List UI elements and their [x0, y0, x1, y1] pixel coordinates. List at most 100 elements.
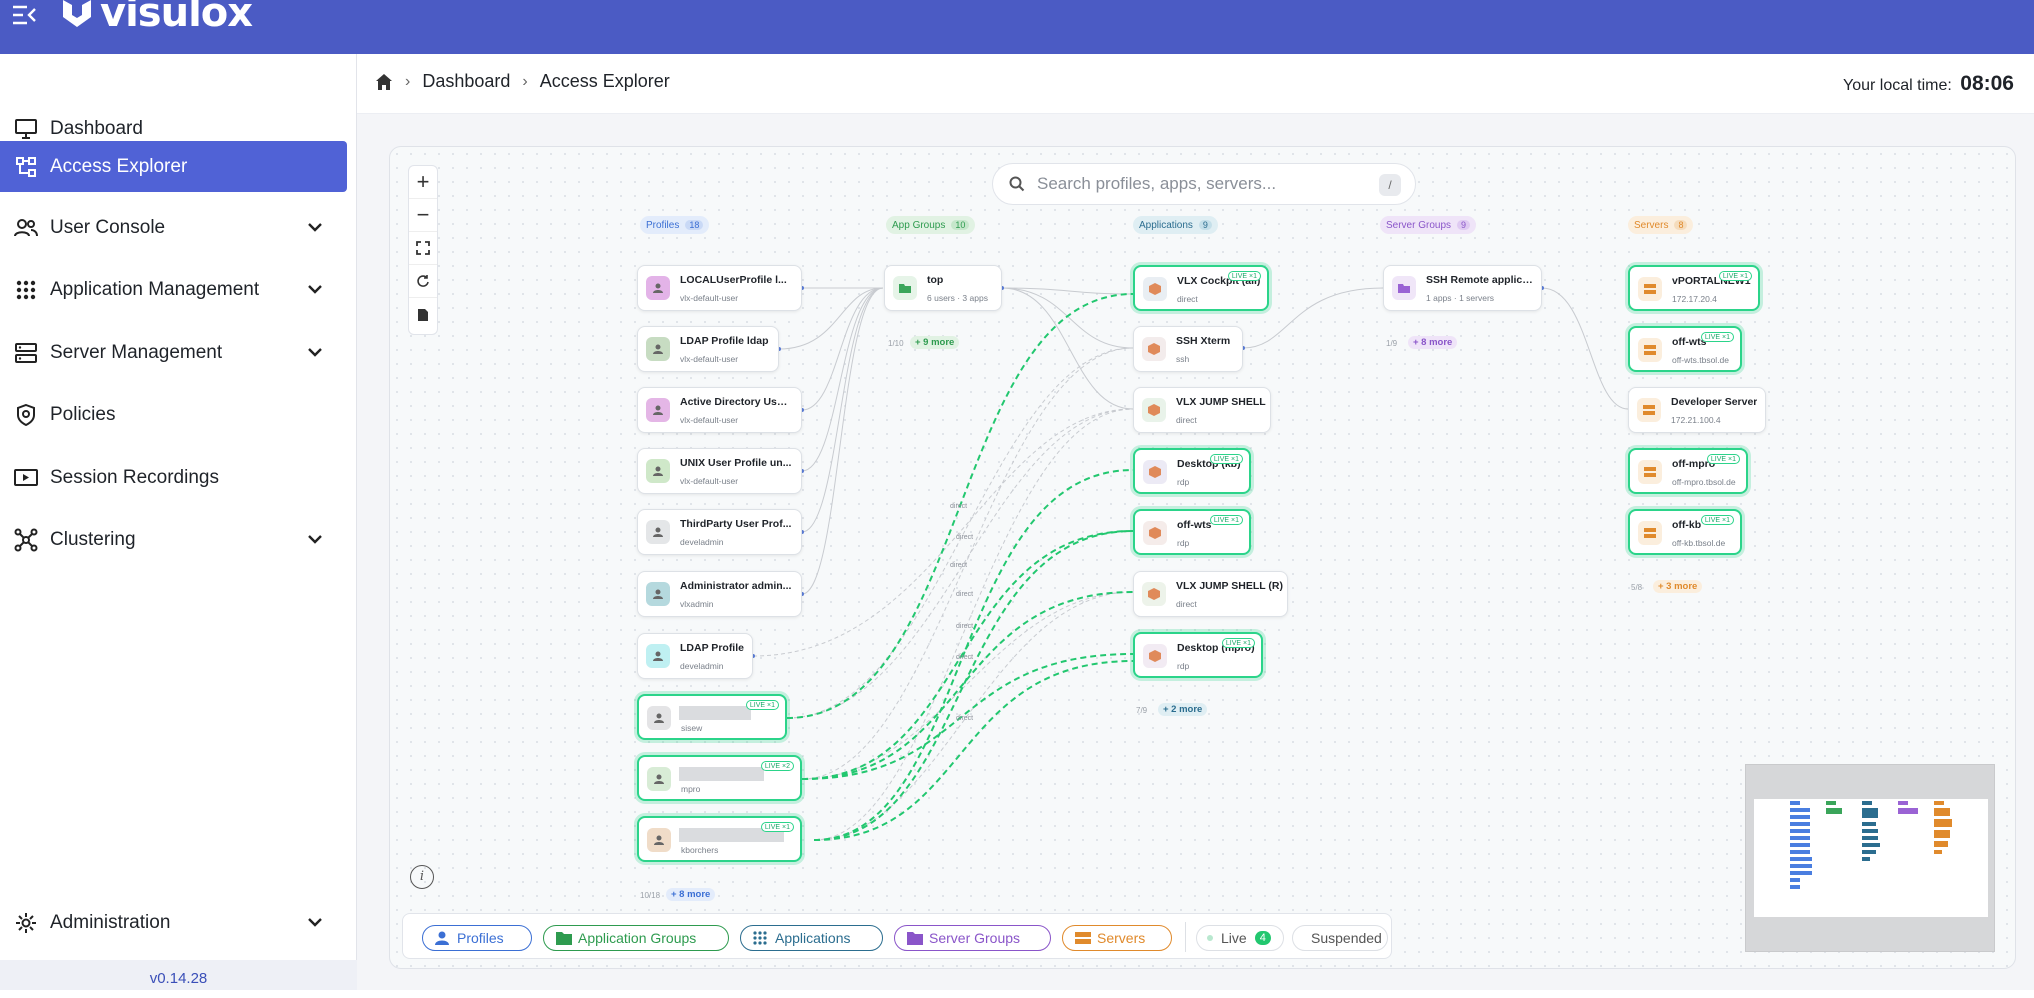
server-node[interactable]: off-kb off-kb.tbsol.de LIVE ×1 — [1628, 509, 1742, 555]
user-icon — [646, 520, 670, 544]
chevron-down-icon — [308, 223, 322, 232]
legend-application-groups[interactable]: Application Groups — [543, 925, 729, 951]
app-name: visulox — [100, 0, 253, 36]
edge — [801, 287, 884, 595]
server-node[interactable]: off-wts off-wts.tbsol.de LIVE ×1 — [1628, 326, 1742, 372]
legend-profiles[interactable]: Profiles — [422, 925, 532, 951]
legend-suspended[interactable]: Suspended — [1292, 925, 1388, 951]
collapse-menu-icon[interactable] — [10, 2, 38, 28]
export-button[interactable] — [409, 298, 437, 331]
sidebar-item-session-recordings[interactable]: Session Recordings — [0, 453, 347, 503]
sidebar-item-server-management[interactable]: Server Management — [0, 328, 347, 378]
profile-node[interactable]: LOCALUserProfile l... vlx-default-user — [637, 265, 802, 311]
application-node[interactable]: Desktop (kb) rdp LIVE ×1 — [1133, 448, 1251, 494]
profiles-more-button[interactable]: + 8 more — [666, 888, 716, 901]
legend-server-groups[interactable]: Server Groups — [894, 925, 1051, 951]
reset-layout-button[interactable] — [409, 265, 437, 298]
edge — [752, 408, 1134, 657]
profile-node[interactable]: UNIX User Profile un... vlx-default-user — [637, 448, 802, 494]
search-input[interactable]: Search profiles, apps, servers... / — [992, 163, 1416, 205]
node-name: off-kb — [1672, 519, 1702, 531]
zoom-out-button[interactable]: − — [409, 199, 437, 232]
user-icon — [646, 398, 670, 422]
application-node[interactable]: SSH Xterm ssh — [1133, 326, 1243, 372]
live-badge: LIVE ×2 — [760, 761, 794, 771]
monitor-icon — [14, 117, 38, 141]
profile-node[interactable]: LDAP Profile develadmin — [637, 633, 753, 679]
node-name: SSH Remote applica... — [1426, 274, 1536, 286]
application-node[interactable]: VLX JUMP SHELL direct — [1133, 387, 1271, 433]
app-group-node[interactable]: top 6 users · 3 apps — [884, 265, 1002, 311]
server-node[interactable]: vPORTALNEW1 172.17.20.4 LIVE ×1 — [1628, 265, 1760, 311]
profile-node[interactable]: Administrator admin... vlxadmin — [637, 571, 802, 617]
servers-more-button[interactable]: + 3 more — [1653, 580, 1703, 593]
legend-servers[interactable]: Servers — [1062, 925, 1172, 951]
node-name: VLX JUMP SHELL (R) — [1176, 580, 1283, 592]
node-subtitle: rdp — [1177, 661, 1190, 671]
app-groups-more-button[interactable]: + 9 more — [910, 336, 960, 349]
home-icon[interactable] — [375, 73, 393, 91]
sidebar-item-access-explorer[interactable]: Access Explorer — [0, 141, 347, 192]
chevron-down-icon — [308, 285, 322, 294]
application-node[interactable]: VLX Cockpit (all) direct LIVE ×1 — [1133, 265, 1269, 311]
profile-node[interactable]: mpro LIVE ×2 — [637, 755, 802, 801]
breadcrumb-separator: › — [522, 72, 528, 90]
live-badge: LIVE ×1 — [1706, 454, 1740, 464]
column-count: 8 — [1674, 220, 1688, 230]
application-node[interactable]: Desktop (mpro) rdp LIVE ×1 — [1133, 632, 1263, 678]
column-header-server-groups: Server Groups 9 — [1380, 216, 1477, 234]
profile-node[interactable]: LDAP Profile ldap vlx-default-user — [637, 326, 779, 372]
server-icon — [1638, 460, 1662, 484]
server-icon — [14, 341, 38, 365]
user-icon — [435, 931, 451, 945]
profile-node[interactable]: sisew LIVE ×1 — [637, 694, 787, 740]
legend-divider — [1185, 922, 1186, 952]
sidebar-item-label: Clustering — [50, 529, 136, 550]
minimap-node — [1790, 822, 1810, 826]
minimap-node — [1790, 885, 1800, 889]
node-subtitle: off-kb.tbsol.de — [1672, 538, 1726, 548]
sidebar-item-user-console[interactable]: User Console — [0, 203, 347, 253]
edge — [1001, 287, 1134, 349]
minimap-node — [1790, 815, 1810, 819]
minimap-node — [1826, 808, 1842, 814]
server-groups-more-button[interactable]: + 8 more — [1408, 336, 1458, 349]
zoom-in-button[interactable]: + — [409, 166, 437, 199]
edge — [813, 408, 1134, 841]
minimap[interactable] — [1745, 764, 1995, 952]
sidebar-item-policies[interactable]: Policies — [0, 390, 347, 440]
sidebar-item-administration[interactable]: Administration — [0, 898, 347, 948]
cluster-icon — [14, 528, 38, 552]
legend-label: Server Groups — [929, 930, 1021, 946]
application-node[interactable]: VLX JUMP SHELL (R) direct — [1133, 571, 1288, 617]
sidebar-item-clustering[interactable]: Clustering — [0, 515, 347, 565]
app-logo[interactable]: visulox — [60, 0, 253, 36]
user-icon — [646, 582, 670, 606]
users-icon — [14, 216, 38, 240]
applications-more-button[interactable]: + 2 more — [1158, 703, 1208, 716]
sidebar-item-application-management[interactable]: Application Management — [0, 265, 347, 315]
server-node[interactable]: Developer Server 172.21.100.4 — [1628, 387, 1766, 433]
server-group-node[interactable]: SSH Remote applica... 1 apps · 1 servers — [1383, 265, 1542, 311]
legend-live[interactable]: Live 4 — [1196, 925, 1284, 951]
graph-canvas[interactable]: direct direct direct direct direct direc… — [389, 146, 2016, 969]
node-subtitle: sisew — [681, 723, 703, 733]
user-icon — [646, 276, 670, 300]
redacted-name — [679, 767, 764, 781]
info-button[interactable]: i — [410, 865, 434, 889]
minimap-node — [1862, 850, 1876, 854]
live-badge: LIVE ×1 — [1221, 638, 1255, 648]
profile-node[interactable]: kborchers LIVE ×1 — [637, 816, 802, 862]
edge — [801, 287, 884, 472]
folder-icon — [556, 931, 572, 945]
legend-applications[interactable]: Applications — [740, 925, 883, 951]
edge — [1001, 287, 1134, 295]
breadcrumb-dashboard[interactable]: Dashboard — [422, 71, 510, 92]
server-node[interactable]: off-mpro off-mpro.tbsol.de LIVE ×1 — [1628, 448, 1748, 494]
fit-view-button[interactable] — [409, 232, 437, 265]
profile-node[interactable]: ThirdParty User Prof... develadmin — [637, 509, 802, 555]
profile-node[interactable]: Active Directory User... vlx-default-user — [637, 387, 802, 433]
node-subtitle: rdp — [1177, 477, 1190, 487]
live-badge: LIVE ×1 — [1718, 271, 1752, 281]
application-node[interactable]: off-wts rdp LIVE ×1 — [1133, 509, 1251, 555]
